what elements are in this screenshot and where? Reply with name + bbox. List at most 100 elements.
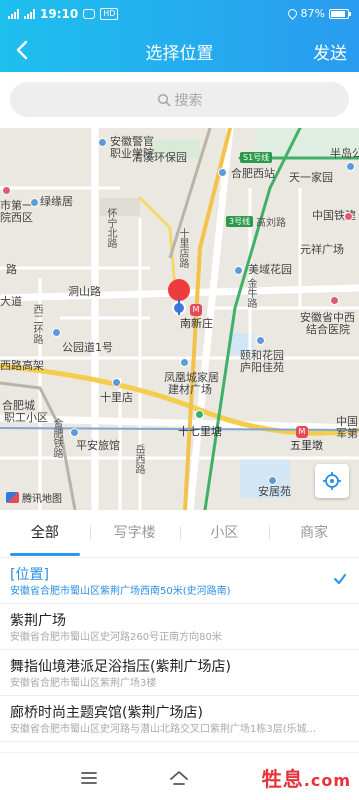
- nav-bar: 选择位置 发送: [0, 30, 359, 70]
- search-section: 搜索: [0, 72, 359, 128]
- map-label: 金牛路: [245, 278, 256, 308]
- map-label: 洞山路: [68, 285, 101, 298]
- metro-station-icon: M: [296, 426, 308, 438]
- map-label: 职工小区: [4, 411, 48, 424]
- metro-station-icon: M: [190, 304, 202, 316]
- poi-marker: [234, 266, 243, 275]
- poi-marker: [180, 358, 189, 367]
- poi-marker: [268, 476, 277, 485]
- send-button[interactable]: 发送: [313, 39, 347, 64]
- map-provider-watermark: 腾讯地图: [6, 490, 62, 505]
- place-address: 安徽省合肥市蜀山区紫荆广场西南50米(史河路南): [10, 586, 231, 597]
- map-label: 大道: [0, 295, 22, 308]
- watermark-text: 腾讯地图: [22, 494, 62, 505]
- battery-percent: 87%: [300, 7, 325, 20]
- place-address: 安徽省合肥市蜀山区史河路260号正南方向80米: [10, 632, 222, 643]
- map-label: 十里店路: [177, 228, 188, 268]
- check-icon: [334, 574, 346, 584]
- pin-stick: [178, 299, 180, 315]
- map-label: 美域花园: [248, 263, 292, 276]
- poi-marker: [30, 198, 39, 207]
- map-label: 十七里塘: [178, 425, 222, 438]
- map-label: 岳西路: [133, 444, 144, 474]
- hd-badge: HD: [100, 8, 119, 20]
- map-label: 3号线: [226, 216, 254, 227]
- poi-marker: [52, 328, 61, 337]
- map-label: 合肥西站: [231, 167, 275, 180]
- list-item[interactable]: 舞指仙境港派足浴指压(紫荆广场店) 安徽省合肥市蜀山区紫荆广场3楼: [0, 650, 359, 696]
- map-label: 西二环路: [31, 304, 42, 344]
- center-location-pin[interactable]: [168, 279, 190, 323]
- place-address: 安徽省合肥市蜀山区紫荆广场3楼: [10, 678, 157, 689]
- list-item[interactable]: 廊桥时尚主题宾馆(紫荆广场店) 安徽省合肥市蜀山区史河路与潜山北路交叉口紫荆广场…: [0, 696, 359, 742]
- map-label: 天一家园: [289, 171, 333, 184]
- place-list: [位置] 安徽省合肥市蜀山区紫荆广场西南50米(史河路南) 紫荆广场 安徽省合肥…: [0, 558, 359, 750]
- location-icon: [285, 7, 299, 20]
- tab-community[interactable]: 小区: [179, 510, 270, 557]
- map-label: 怀宁北路: [105, 208, 116, 248]
- poi-marker: [98, 138, 107, 147]
- brand-text: 牲息: [261, 767, 304, 791]
- map-label: 庐阳佳苑: [240, 361, 284, 374]
- map-label: 建材广场: [168, 383, 212, 396]
- place-name: 紫荆广场: [10, 613, 66, 629]
- map-label: S1号线: [240, 152, 273, 163]
- map-label: 平安旅馆: [76, 439, 120, 452]
- map-label: 路: [6, 263, 17, 276]
- home-icon: [170, 771, 188, 785]
- status-time: 19:10: [40, 7, 79, 21]
- status-right: 87%: [285, 7, 351, 20]
- battery-icon: [329, 8, 351, 19]
- poi-marker: [218, 168, 227, 177]
- search-placeholder: 搜索: [174, 92, 203, 109]
- map-label: 元祥广场: [300, 243, 344, 256]
- wechat-icon: [83, 9, 96, 19]
- list-item[interactable]: [位置] 安徽省合肥市蜀山区紫荆广场西南50米(史河路南): [0, 558, 359, 604]
- map-label: 十里店: [100, 391, 133, 404]
- tab-office[interactable]: 写字楼: [89, 510, 180, 557]
- map-label: 军第: [336, 427, 358, 440]
- map-label: 半岛公: [330, 147, 359, 160]
- signal-icon: [8, 9, 19, 19]
- pin-head: [168, 279, 190, 301]
- crosshair-icon: [323, 472, 341, 490]
- metro-station-icon: [195, 410, 204, 419]
- map-label: 结合医院: [306, 323, 350, 336]
- poi-marker: [256, 336, 265, 345]
- metro-station-icon: [112, 378, 121, 387]
- map-label: 西路高架: [0, 359, 44, 372]
- signal-icon-2: [24, 9, 35, 19]
- place-name: 廊桥时尚主题宾馆(紫荆广场店): [10, 705, 203, 721]
- brand-watermark: 牲息.com: [262, 763, 351, 792]
- status-bar: 19:10 HD 87%: [0, 0, 359, 28]
- map-label: 公园道1号: [62, 341, 113, 354]
- system-navigation-bar: 牲息.com: [0, 752, 359, 800]
- status-left: 19:10 HD: [8, 7, 119, 21]
- poi-marker: [330, 296, 339, 305]
- search-input[interactable]: 搜索: [10, 82, 349, 117]
- map-label: 五里墩: [290, 439, 323, 452]
- map-label: 清溪环保园: [132, 151, 187, 164]
- map-label: 高刘路: [256, 218, 286, 229]
- tencent-map-logo-icon: [6, 492, 19, 503]
- map-label: 院西区: [0, 211, 33, 224]
- brand-suffix: .com: [303, 771, 351, 790]
- tab-merchant[interactable]: 商家: [269, 510, 359, 557]
- poi-marker: [346, 162, 355, 171]
- home-button[interactable]: [168, 767, 190, 789]
- map-view[interactable]: 安徽警官 职业学院 清溪环保园 S1号线 半岛公 合肥西站 天一家园 市第一 院…: [0, 128, 359, 510]
- map-label: 绿缘居: [40, 195, 73, 208]
- category-tabs: 全部 写字楼 小区 商家: [0, 510, 359, 558]
- menu-icon: [81, 772, 97, 784]
- header-bar: 19:10 HD 87% 选择位置 发送: [0, 0, 359, 72]
- place-name: 舞指仙境港派足浴指压(紫荆广场店): [10, 659, 231, 675]
- poi-marker: [2, 186, 11, 195]
- page-title: 选择位置: [145, 44, 214, 64]
- list-item[interactable]: 紫荆广场 安徽省合肥市蜀山区史河路260号正南方向80米: [0, 604, 359, 650]
- menu-button[interactable]: [78, 767, 100, 789]
- tab-all[interactable]: 全部: [0, 510, 90, 557]
- place-name: [位置]: [10, 567, 49, 583]
- locate-me-button[interactable]: [315, 464, 349, 498]
- poi-marker: [344, 212, 353, 221]
- map-label: 合肥铁路: [51, 418, 62, 458]
